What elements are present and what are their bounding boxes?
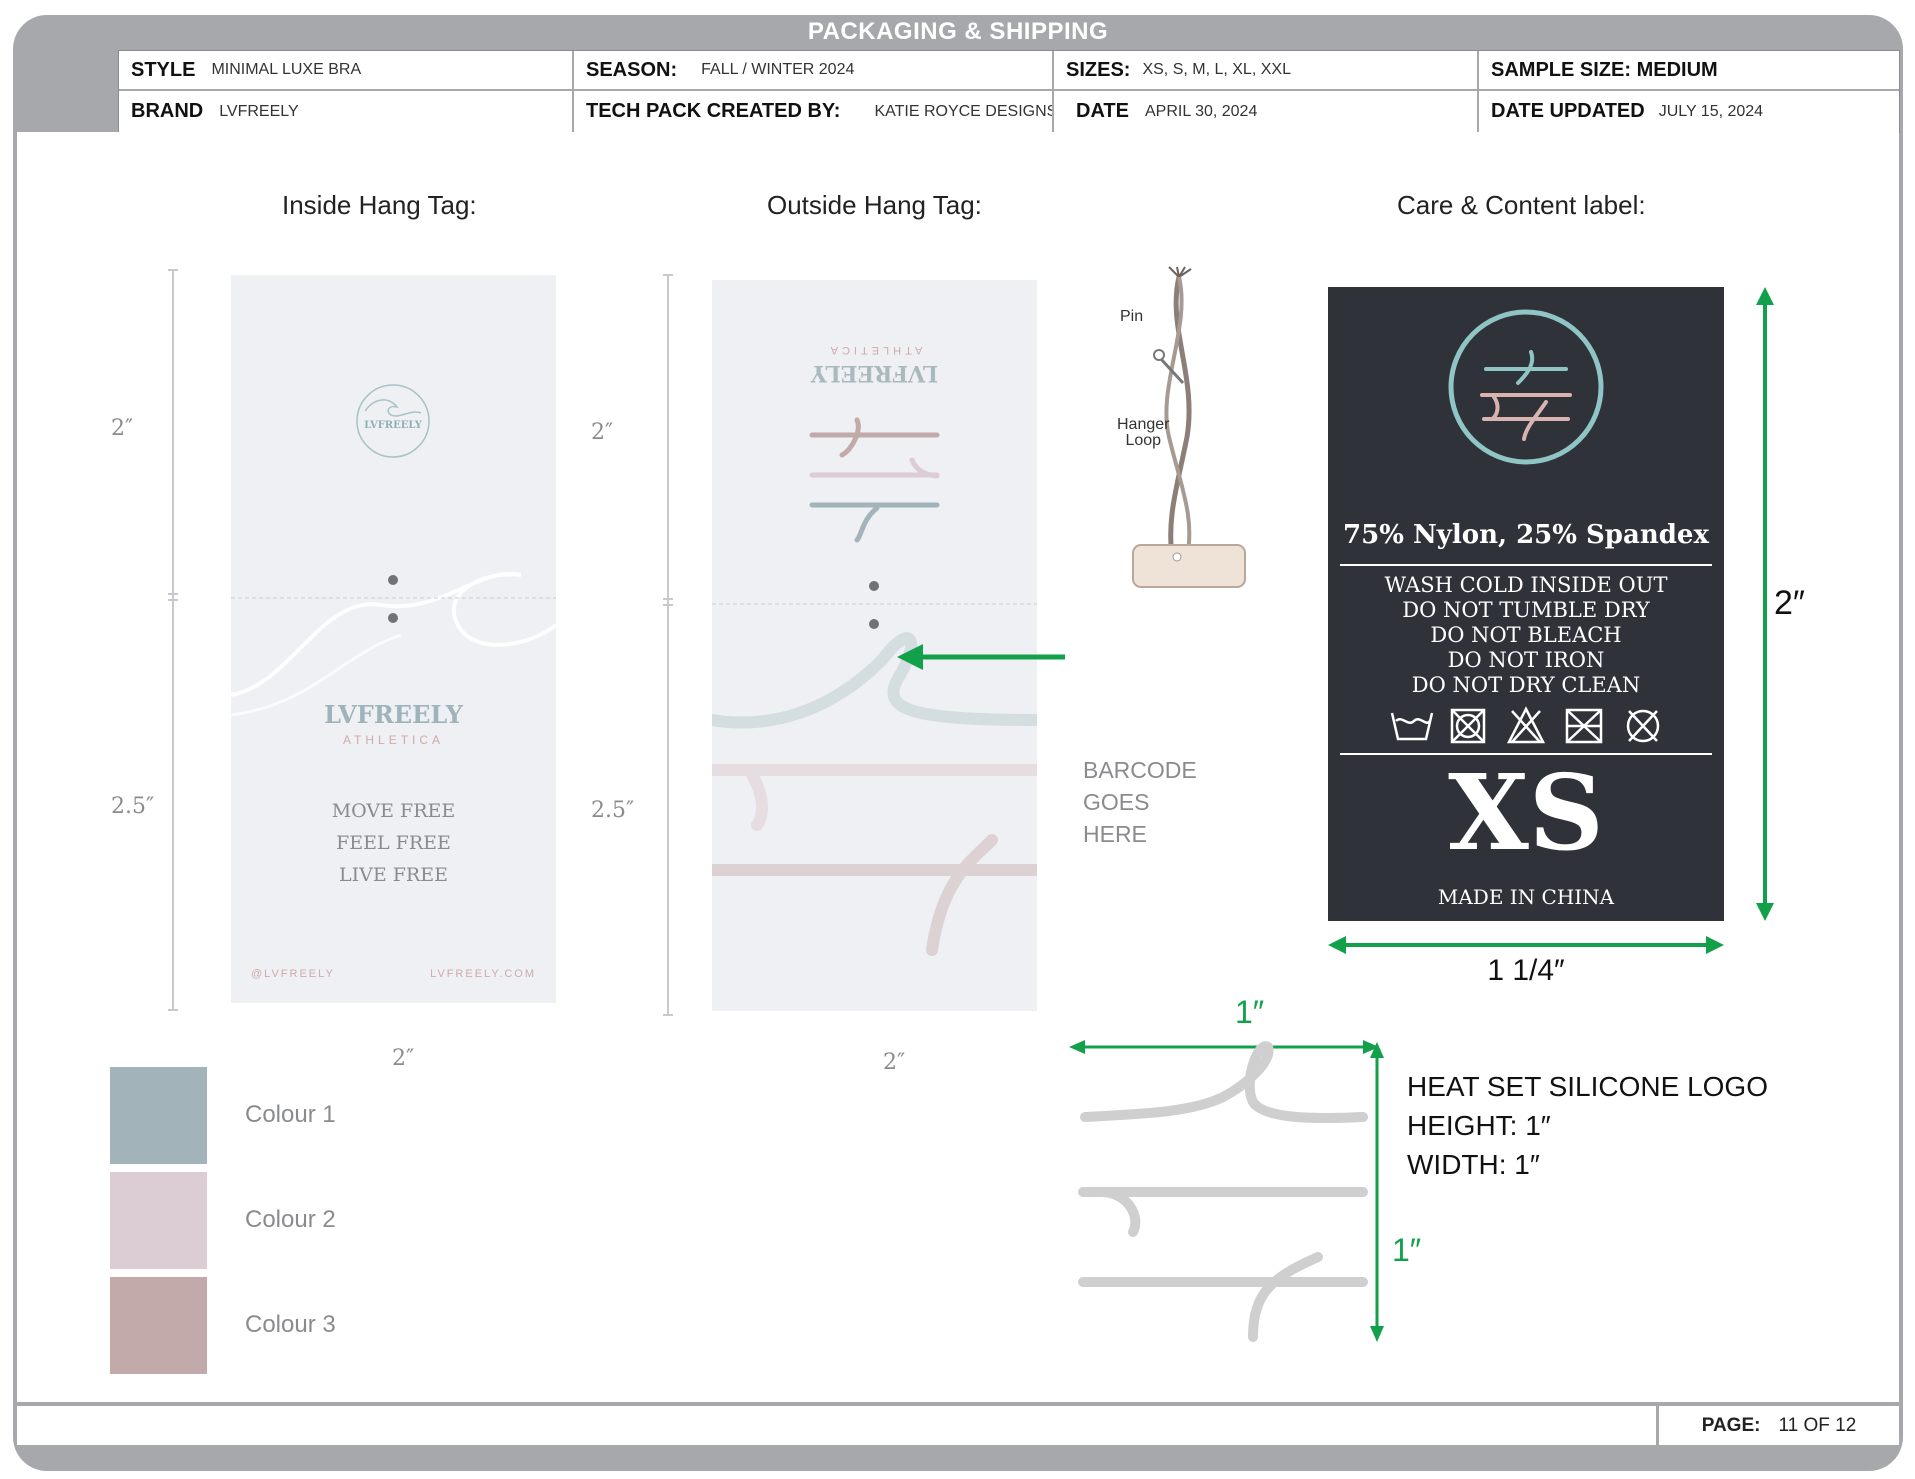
colour-label-1: Colour 1 bbox=[245, 1101, 336, 1128]
hanger-loop-label: Hanger Loop bbox=[1117, 417, 1169, 449]
pin-label: Pin bbox=[1120, 308, 1144, 325]
outside-tag-dim-bottom: 2.5″ bbox=[591, 798, 635, 823]
inside-tag-line-2: FEEL FREE bbox=[336, 832, 451, 854]
outside-tag-dim-width: 2″ bbox=[883, 1050, 906, 1075]
style-cell: STYLE MINIMAL LUXE BRA bbox=[119, 51, 574, 91]
outside-tag-dim-top: 2″ bbox=[591, 420, 614, 445]
barcode-note-line-1: BARCODE bbox=[1083, 757, 1197, 783]
silicone-logo-note-line-2: HEIGHT: 1″ bbox=[1407, 1110, 1551, 1141]
silicone-logo-note-line-3: WIDTH: 1″ bbox=[1407, 1149, 1540, 1180]
date-updated-value: JULY 15, 2024 bbox=[1658, 102, 1764, 120]
hanger-loop-label-line-2: Loop bbox=[1125, 432, 1162, 449]
footer-divider bbox=[17, 1403, 1899, 1406]
inside-tag-line-1: MOVE FREE bbox=[331, 800, 456, 822]
season-label: SEASON: bbox=[586, 58, 678, 81]
no-bleach-icon bbox=[1506, 706, 1546, 744]
inside-tag-line-3: LIVE FREE bbox=[339, 864, 448, 886]
care-instruction-3: DO NOT BLEACH bbox=[1430, 623, 1622, 647]
sample-size-cell: SAMPLE SIZE: MEDIUM bbox=[1479, 51, 1899, 91]
divider-top bbox=[1340, 564, 1712, 566]
page-number-box: PAGE: 11 OF 12 bbox=[1656, 1406, 1899, 1445]
care-label-title: Care & Content label: bbox=[1397, 190, 1646, 220]
barcode-arrow bbox=[897, 644, 1065, 670]
style-value: MINIMAL LUXE BRA bbox=[211, 61, 362, 78]
page-value: 11 OF 12 bbox=[1778, 1414, 1857, 1436]
sizes-cell: SIZES: XS, S, M, L, XL, XXL bbox=[1054, 51, 1479, 91]
inside-tag-title: Inside Hang Tag: bbox=[282, 190, 477, 220]
wash-cold-icon bbox=[1390, 712, 1434, 741]
colour-swatch-1 bbox=[110, 1067, 207, 1164]
sizes-value: XS, S, M, L, XL, XXL bbox=[1142, 61, 1291, 78]
colour-swatch-3 bbox=[110, 1277, 207, 1374]
wave-logo-text: LVFREELY bbox=[364, 420, 422, 431]
care-instructions: WASH COLD INSIDE OUT DO NOT TUMBLE DRY D… bbox=[1328, 573, 1724, 698]
no-tumble-dry-icon bbox=[1450, 708, 1486, 744]
season-value: FALL / WINTER 2024 bbox=[701, 61, 855, 78]
date-label: DATE bbox=[1076, 100, 1129, 122]
techpack-value: KATIE ROYCE DESIGNS bbox=[874, 102, 1054, 120]
silicone-logo-dim-height: 1″ bbox=[1392, 1232, 1422, 1268]
size-label: XS bbox=[1448, 751, 1604, 874]
care-instruction-1: WASH COLD INSIDE OUT bbox=[1384, 573, 1668, 597]
date-updated-label: DATE UPDATED bbox=[1491, 100, 1645, 122]
brand-value: LVFREELY bbox=[219, 102, 299, 120]
care-content-label: 75% Nylon, 25% Spandex WASH COLD INSIDE … bbox=[1328, 287, 1724, 921]
barcode-note: BARCODE GOES HERE bbox=[1083, 754, 1197, 850]
footer: PAGE: 11 OF 12 bbox=[17, 1403, 1899, 1445]
date-cell: DATE APRIL 30, 2024 bbox=[1054, 91, 1479, 132]
no-dry-clean-icon bbox=[1626, 709, 1660, 743]
page-label: PAGE: bbox=[1701, 1414, 1761, 1436]
brand-label: BRAND bbox=[131, 100, 204, 122]
silicone-logo-artwork bbox=[1078, 1041, 1368, 1342]
inside-tag-brand: LVFREELY bbox=[324, 700, 463, 729]
care-label-dim-width: 1 1/4″ bbox=[1487, 954, 1565, 987]
no-iron-icon bbox=[1565, 708, 1603, 744]
content-area: Inside Hang Tag: Outside Hang Tag: Care … bbox=[17, 132, 1899, 1402]
tech-pack-sheet: PACKAGING & SHIPPING STYLE MINIMAL LUXE … bbox=[13, 15, 1903, 1471]
outside-tag-dimension-line bbox=[663, 274, 673, 1016]
care-instruction-5: DO NOT DRY CLEAN bbox=[1411, 673, 1641, 697]
season-cell: SEASON: FALL / WINTER 2024 bbox=[574, 51, 1054, 91]
inside-tag-dim-bottom: 2.5″ bbox=[111, 794, 155, 819]
colour-swatch-2 bbox=[110, 1172, 207, 1269]
brand-logo-icon bbox=[1448, 309, 1604, 465]
outside-tag-title: Outside Hang Tag: bbox=[767, 190, 982, 220]
inside-tag-social: @LVFREELY bbox=[251, 968, 335, 980]
inside-tag-dim-width: 2″ bbox=[392, 1046, 415, 1071]
silicone-logo-dim-width: 1″ bbox=[1235, 994, 1265, 1030]
barcode-note-line-2: GOES bbox=[1083, 789, 1150, 815]
inside-tag-dimension-line bbox=[168, 269, 178, 1011]
page-title: PACKAGING & SHIPPING bbox=[807, 18, 1109, 45]
sample-size-label: SAMPLE SIZE: MEDIUM bbox=[1491, 58, 1718, 81]
inside-hang-tag: LVFREELY LVFREELY ATHLETICA MOVE FREE FE… bbox=[231, 275, 556, 1003]
techpack-cell: TECH PACK CREATED BY: KATIE ROYCE DESIGN… bbox=[574, 91, 1054, 132]
country-of-origin: MADE IN CHINA bbox=[1437, 885, 1615, 909]
silicone-logo-note: HEAT SET SILICONE LOGO HEIGHT: 1″ WIDTH:… bbox=[1407, 1067, 1768, 1184]
date-value: APRIL 30, 2024 bbox=[1144, 102, 1258, 120]
style-label: STYLE bbox=[131, 58, 196, 81]
fabric-content: 75% Nylon, 25% Spandex bbox=[1343, 520, 1709, 550]
inside-tag-subbrand: ATHLETICA bbox=[342, 733, 445, 747]
hanger-loop-label-line-1: Hanger bbox=[1117, 416, 1170, 433]
care-instruction-4: DO NOT IRON bbox=[1447, 648, 1605, 672]
silicone-logo-note-line-1: HEAT SET SILICONE LOGO bbox=[1407, 1071, 1768, 1102]
colour-label-3: Colour 3 bbox=[245, 1311, 336, 1338]
inside-tag-dim-top: 2″ bbox=[111, 416, 134, 441]
inside-tag-website: LVFREELY.COM bbox=[430, 968, 536, 980]
care-symbols bbox=[1390, 706, 1660, 744]
brand-cell: BRAND LVFREELY bbox=[119, 91, 574, 132]
date-updated-cell: DATE UPDATED JULY 15, 2024 bbox=[1479, 91, 1899, 132]
colour-label-2: Colour 2 bbox=[245, 1206, 336, 1233]
care-instruction-2: DO NOT TUMBLE DRY bbox=[1402, 598, 1650, 622]
barcode-note-line-3: HERE bbox=[1083, 821, 1147, 847]
info-grid: STYLE MINIMAL LUXE BRA SEASON: FALL / WI… bbox=[118, 50, 1900, 133]
sizes-label: SIZES: bbox=[1066, 58, 1131, 81]
techpack-label: TECH PACK CREATED BY: bbox=[586, 100, 841, 122]
care-label-dim-height: 2″ bbox=[1774, 584, 1805, 622]
